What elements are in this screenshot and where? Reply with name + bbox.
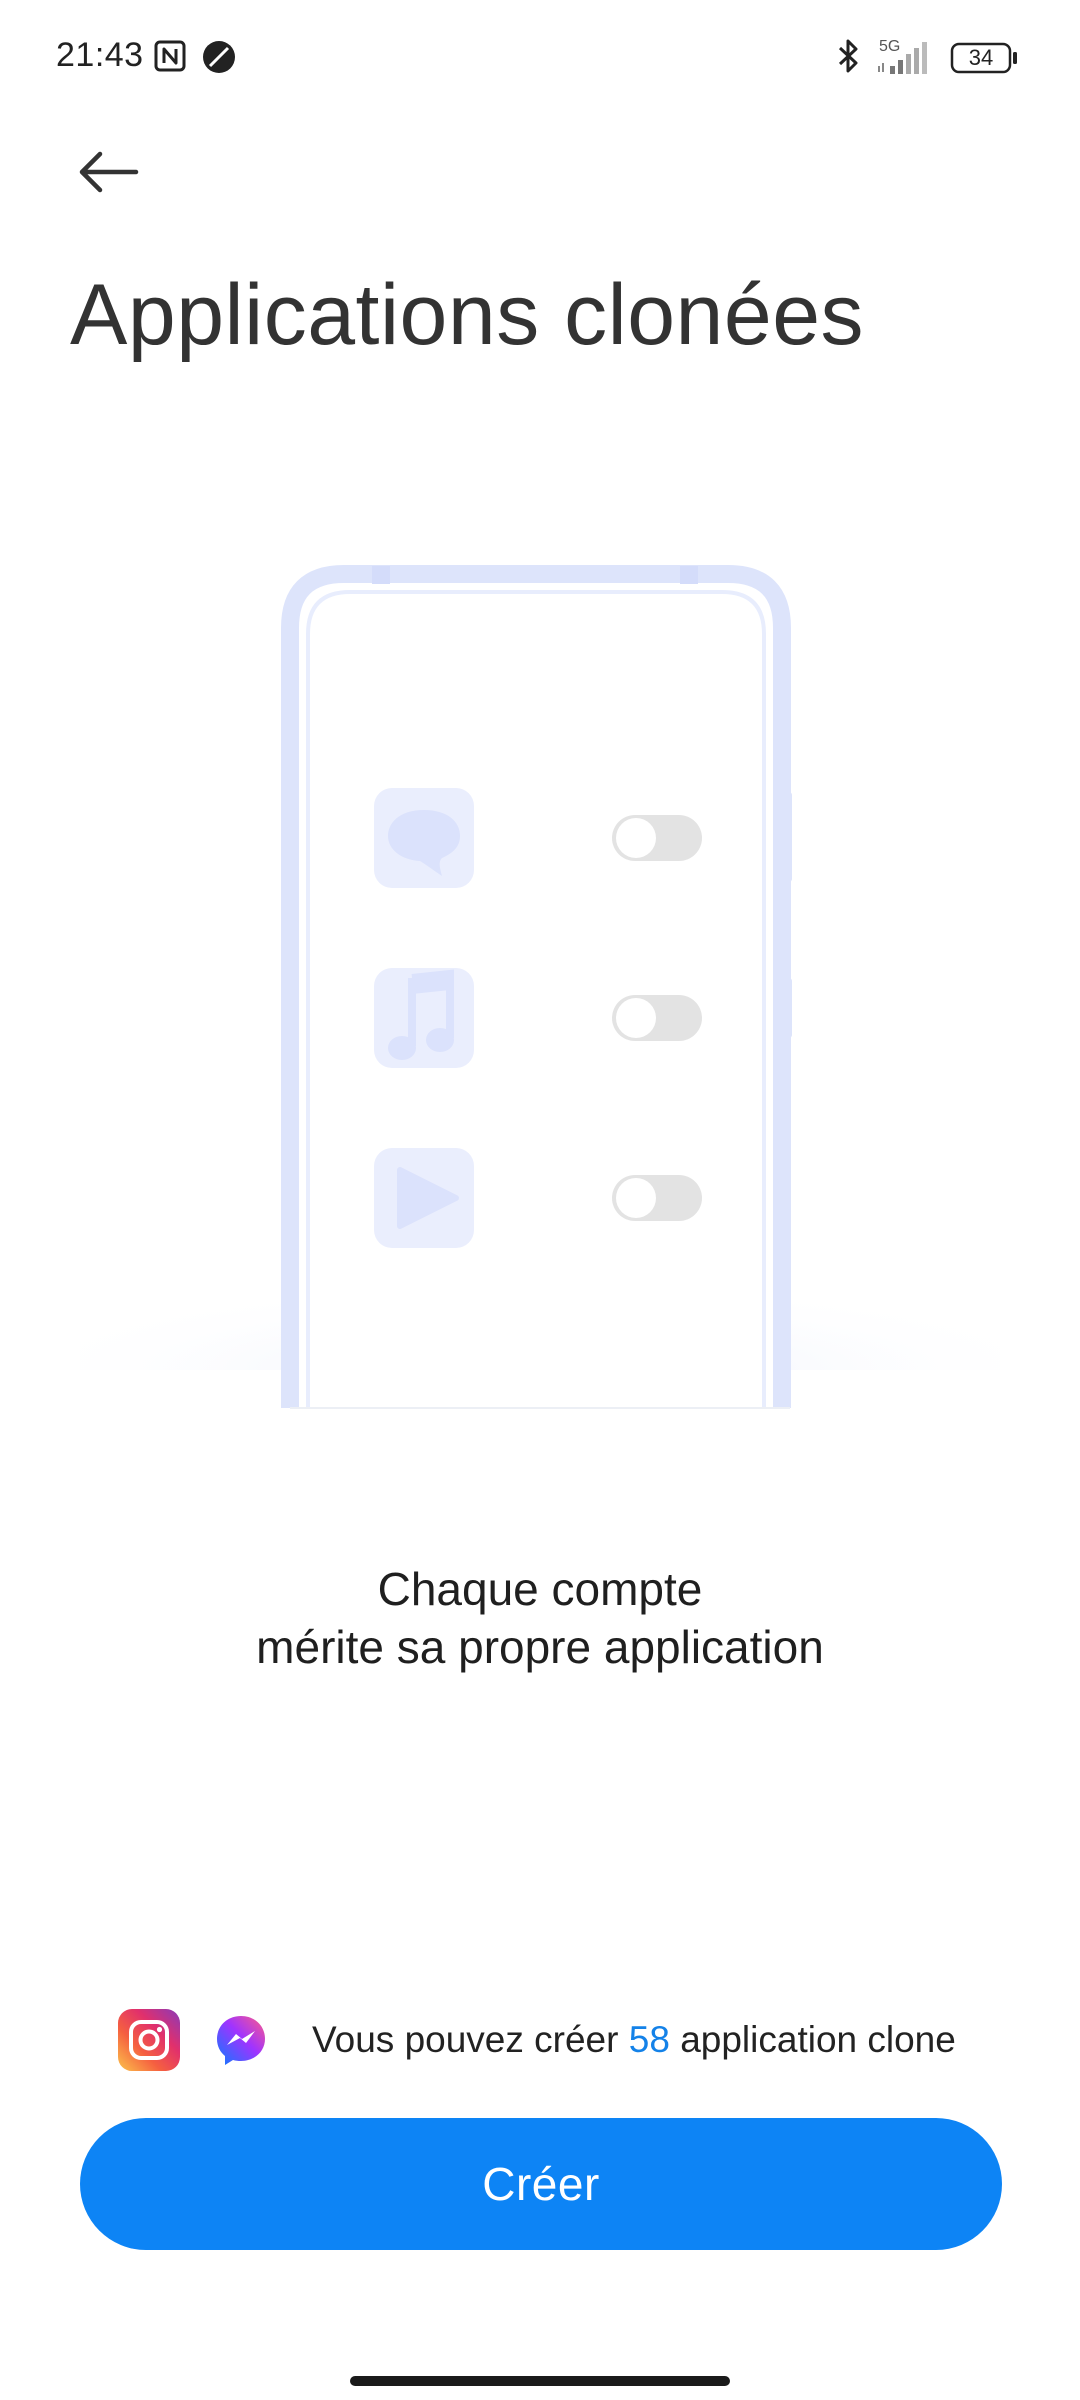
phone-illustration — [80, 565, 1000, 1409]
tagline: Chaque compte mérite sa propre applicati… — [0, 1560, 1080, 1676]
page-title: Applications clonées — [70, 267, 865, 363]
do-not-disturb-icon — [203, 41, 235, 73]
messenger-icon — [217, 2016, 265, 2065]
create-button[interactable]: Créer — [80, 2118, 1002, 2250]
status-bar: 21:43 5G 34 — [0, 0, 1080, 116]
clone-info-row: Vous pouvez créer 58 application clone — [118, 2008, 956, 2072]
back-button[interactable] — [66, 130, 150, 214]
nfc-icon — [154, 40, 186, 72]
bluetooth-icon — [838, 39, 858, 73]
tagline-line-2: mérite sa propre application — [256, 1621, 824, 1673]
cloned-apps-screen: 21:43 5G 34 Applications clonées Chaque … — [0, 0, 1080, 2400]
clone-count-text: Vous pouvez créer 58 application clone — [312, 2019, 956, 2061]
clone-count-suffix: application clone — [680, 2019, 956, 2060]
status-time: 21:43 — [56, 36, 144, 74]
clone-count-value: 58 — [628, 2019, 670, 2060]
tagline-line-1: Chaque compte — [377, 1563, 703, 1615]
back-arrow-icon — [79, 151, 139, 193]
home-indicator[interactable] — [350, 2376, 730, 2386]
instagram-icon — [118, 2009, 180, 2071]
clone-count-prefix: Vous pouvez créer — [312, 2019, 619, 2060]
battery-level: 34 — [968, 45, 994, 70]
signal-strength-icon — [878, 42, 927, 74]
